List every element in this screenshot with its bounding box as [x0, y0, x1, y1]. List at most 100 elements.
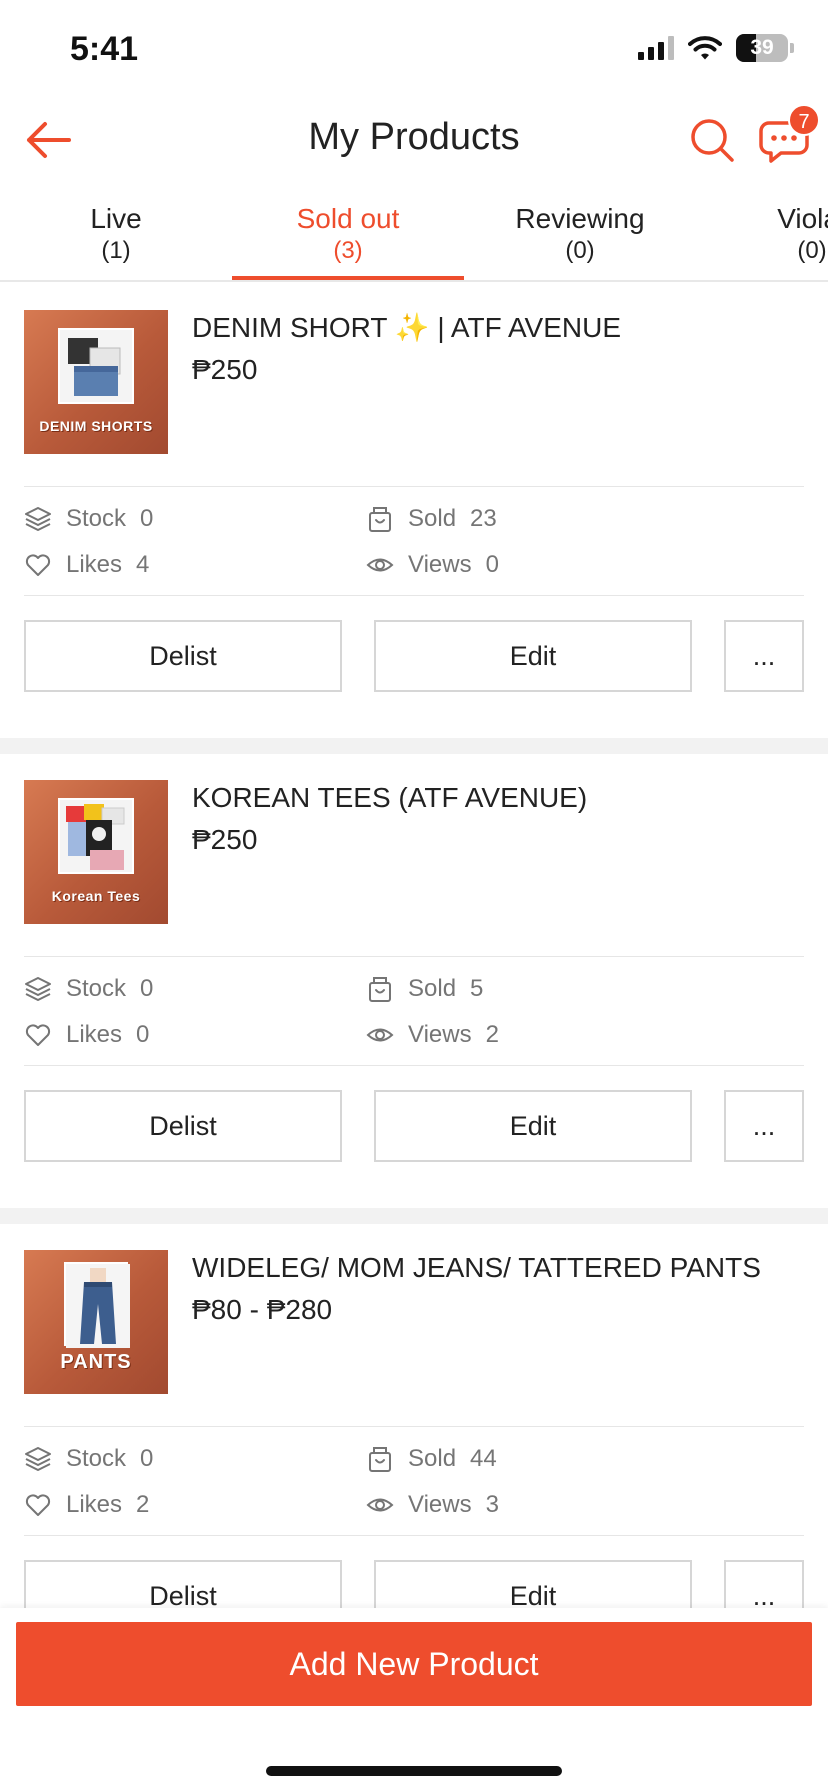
add-new-product-button[interactable]: Add New Product [16, 1622, 812, 1706]
tab-label: Violat [777, 203, 828, 234]
stock-label: Stock [66, 505, 127, 532]
edit-button[interactable]: Edit [374, 620, 692, 692]
product-list: DENIM SHORTS DENIM SHORT ✨ | ATF AVENUE … [0, 284, 828, 1678]
likes-label: Likes [66, 551, 123, 578]
tab-label: Sold out [296, 203, 400, 234]
product-photo [58, 328, 134, 404]
sold-label: Sold [408, 975, 457, 1002]
heart-icon [25, 1494, 51, 1516]
layers-icon [25, 977, 51, 1001]
edit-button[interactable]: Edit [374, 1090, 692, 1162]
likes-stat: Likes 0 [24, 1019, 149, 1051]
views-value: 2 [485, 1021, 499, 1048]
product-stats: Stock 0 Sold 5 Likes 0 Views 2 [24, 956, 804, 1066]
battery-cap [790, 43, 794, 53]
tab-count: (3) [333, 237, 363, 264]
stock-stat: Stock 0 [24, 973, 153, 1005]
stock-label: Stock [66, 1445, 127, 1472]
likes-value: 2 [136, 1491, 150, 1518]
layers-icon [25, 507, 51, 531]
sold-label: Sold [408, 1445, 457, 1472]
likes-stat: Likes 4 [24, 549, 149, 581]
tab-count: (0) [797, 237, 827, 264]
sold-label: Sold [408, 505, 457, 532]
product-price: ₱80 - ₱280 [192, 1294, 333, 1325]
sold-stat: Sold 44 [366, 1443, 497, 1475]
thumbnail-caption: DENIM SHORTS [39, 418, 153, 434]
likes-stat: Likes 2 [24, 1489, 149, 1521]
sold-value: 23 [470, 505, 497, 532]
card-separator [0, 738, 828, 754]
battery-icon: 39 [736, 34, 788, 62]
stock-value: 0 [140, 505, 154, 532]
chat-button[interactable]: 7 [756, 104, 820, 166]
tab-violation[interactable]: Violat (0) [696, 196, 828, 280]
tab-label: Live [90, 203, 142, 234]
product-name[interactable]: WIDELEG/ MOM JEANS/ TATTERED PANTS [192, 1250, 802, 1286]
search-icon [691, 119, 734, 162]
eye-icon [366, 1498, 394, 1512]
wifi-icon [688, 36, 722, 60]
product-thumbnail[interactable]: Korean Tees [24, 780, 168, 924]
tab-reviewing[interactable]: Reviewing (0) [464, 196, 696, 280]
product-thumbnail[interactable]: DENIM SHORTS [24, 310, 168, 454]
views-stat: Views 3 [366, 1489, 499, 1521]
product-stats: Stock 0 Sold 23 Likes 4 Views 0 [24, 486, 804, 596]
cellular-signal-icon [638, 36, 674, 60]
layers-icon [25, 1447, 51, 1471]
status-tabs: Live (1) Sold out (3) Reviewing (0) Viol… [0, 196, 828, 282]
tab-sold-out[interactable]: Sold out (3) [232, 196, 464, 280]
more-options-button[interactable]: ... [724, 1090, 804, 1162]
views-stat: Views 2 [366, 1019, 499, 1051]
status-icons: 39 [638, 34, 794, 62]
bottom-action-bar: Add New Product [0, 1608, 828, 1792]
home-indicator[interactable] [266, 1766, 562, 1776]
more-options-button[interactable]: ... [724, 620, 804, 692]
product-thumbnail[interactable]: PANTS [24, 1250, 168, 1394]
sold-value: 5 [470, 975, 484, 1002]
likes-label: Likes [66, 1491, 123, 1518]
views-label: Views [408, 551, 472, 578]
back-button[interactable] [22, 114, 74, 166]
product-card: Korean Tees KOREAN TEES (ATF AVENUE) ₱25… [0, 754, 828, 1208]
search-button[interactable] [686, 114, 738, 166]
active-tab-indicator [232, 276, 464, 280]
product-name[interactable]: KOREAN TEES (ATF AVENUE) [192, 780, 802, 816]
tab-live[interactable]: Live (1) [0, 196, 232, 280]
header-bar: My Products 7 [0, 100, 828, 180]
stock-stat: Stock 0 [24, 503, 153, 535]
product-price: ₱250 [192, 824, 258, 855]
product-photo [58, 798, 134, 874]
heart-icon [25, 1024, 51, 1046]
heart-icon [25, 554, 51, 576]
status-bar: 5:41 39 [0, 0, 828, 100]
product-card: DENIM SHORTS DENIM SHORT ✨ | ATF AVENUE … [0, 284, 828, 738]
views-value: 3 [485, 1491, 499, 1518]
back-arrow-icon [27, 122, 71, 158]
delist-button[interactable]: Delist [24, 1090, 342, 1162]
likes-value: 0 [136, 1021, 150, 1048]
stock-stat: Stock 0 [24, 1443, 153, 1475]
chat-unread-badge: 7 [788, 104, 820, 136]
views-value: 0 [485, 551, 499, 578]
thumbnail-caption: Korean Tees [51, 888, 141, 904]
stock-label: Stock [66, 975, 127, 1002]
sold-stat: Sold 23 [366, 503, 497, 535]
product-name[interactable]: DENIM SHORT ✨ | ATF AVENUE [192, 310, 802, 346]
views-stat: Views 0 [366, 549, 499, 581]
eye-icon [366, 1028, 394, 1042]
eye-icon [366, 558, 394, 572]
shopping-bag-icon [369, 1447, 391, 1472]
likes-value: 4 [136, 551, 150, 578]
card-separator [0, 1208, 828, 1224]
status-time: 5:41 [70, 30, 139, 68]
delist-button[interactable]: Delist [24, 620, 342, 692]
sold-stat: Sold 5 [366, 973, 483, 1005]
pants-image [66, 1264, 130, 1348]
views-label: Views [408, 1491, 472, 1518]
product-price: ₱250 [192, 354, 258, 385]
tab-label: Reviewing [515, 203, 645, 234]
shopping-bag-icon [369, 507, 391, 532]
shopping-bag-icon [369, 977, 391, 1002]
product-stats: Stock 0 Sold 44 Likes 2 Views 3 [24, 1426, 804, 1536]
